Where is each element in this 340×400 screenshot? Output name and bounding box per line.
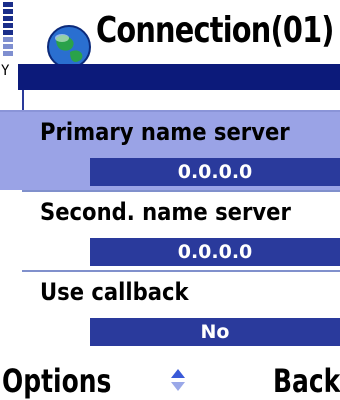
list-item-second-name-server[interactable]: Second. name server 0.0.0.0 bbox=[22, 190, 340, 270]
list-item-use-callback[interactable]: Use callback No bbox=[22, 270, 340, 350]
phone-screen: Connection(01) Y Primary name server 0.0… bbox=[0, 0, 340, 400]
title-underline-band bbox=[18, 64, 340, 90]
list-left-rail bbox=[22, 90, 24, 112]
back-softkey[interactable]: Back bbox=[273, 362, 340, 400]
setting-label: Primary name server bbox=[40, 118, 290, 146]
setting-value-field[interactable]: 0.0.0.0 bbox=[90, 158, 340, 186]
options-softkey[interactable]: Options bbox=[2, 362, 111, 400]
up-down-arrows-icon bbox=[170, 368, 186, 392]
signal-strength-icon bbox=[3, 2, 13, 66]
list-item-primary-name-server[interactable]: Primary name server 0.0.0.0 bbox=[0, 110, 340, 190]
setting-value-field[interactable]: No bbox=[90, 318, 340, 346]
setting-label: Second. name server bbox=[40, 198, 291, 226]
softkey-bar: Options Back bbox=[0, 360, 340, 400]
setting-value-field[interactable]: 0.0.0.0 bbox=[90, 238, 340, 266]
setting-label: Use callback bbox=[40, 278, 189, 306]
window-title: Connection(01) bbox=[96, 10, 334, 51]
antenna-icon: Y bbox=[1, 63, 10, 79]
